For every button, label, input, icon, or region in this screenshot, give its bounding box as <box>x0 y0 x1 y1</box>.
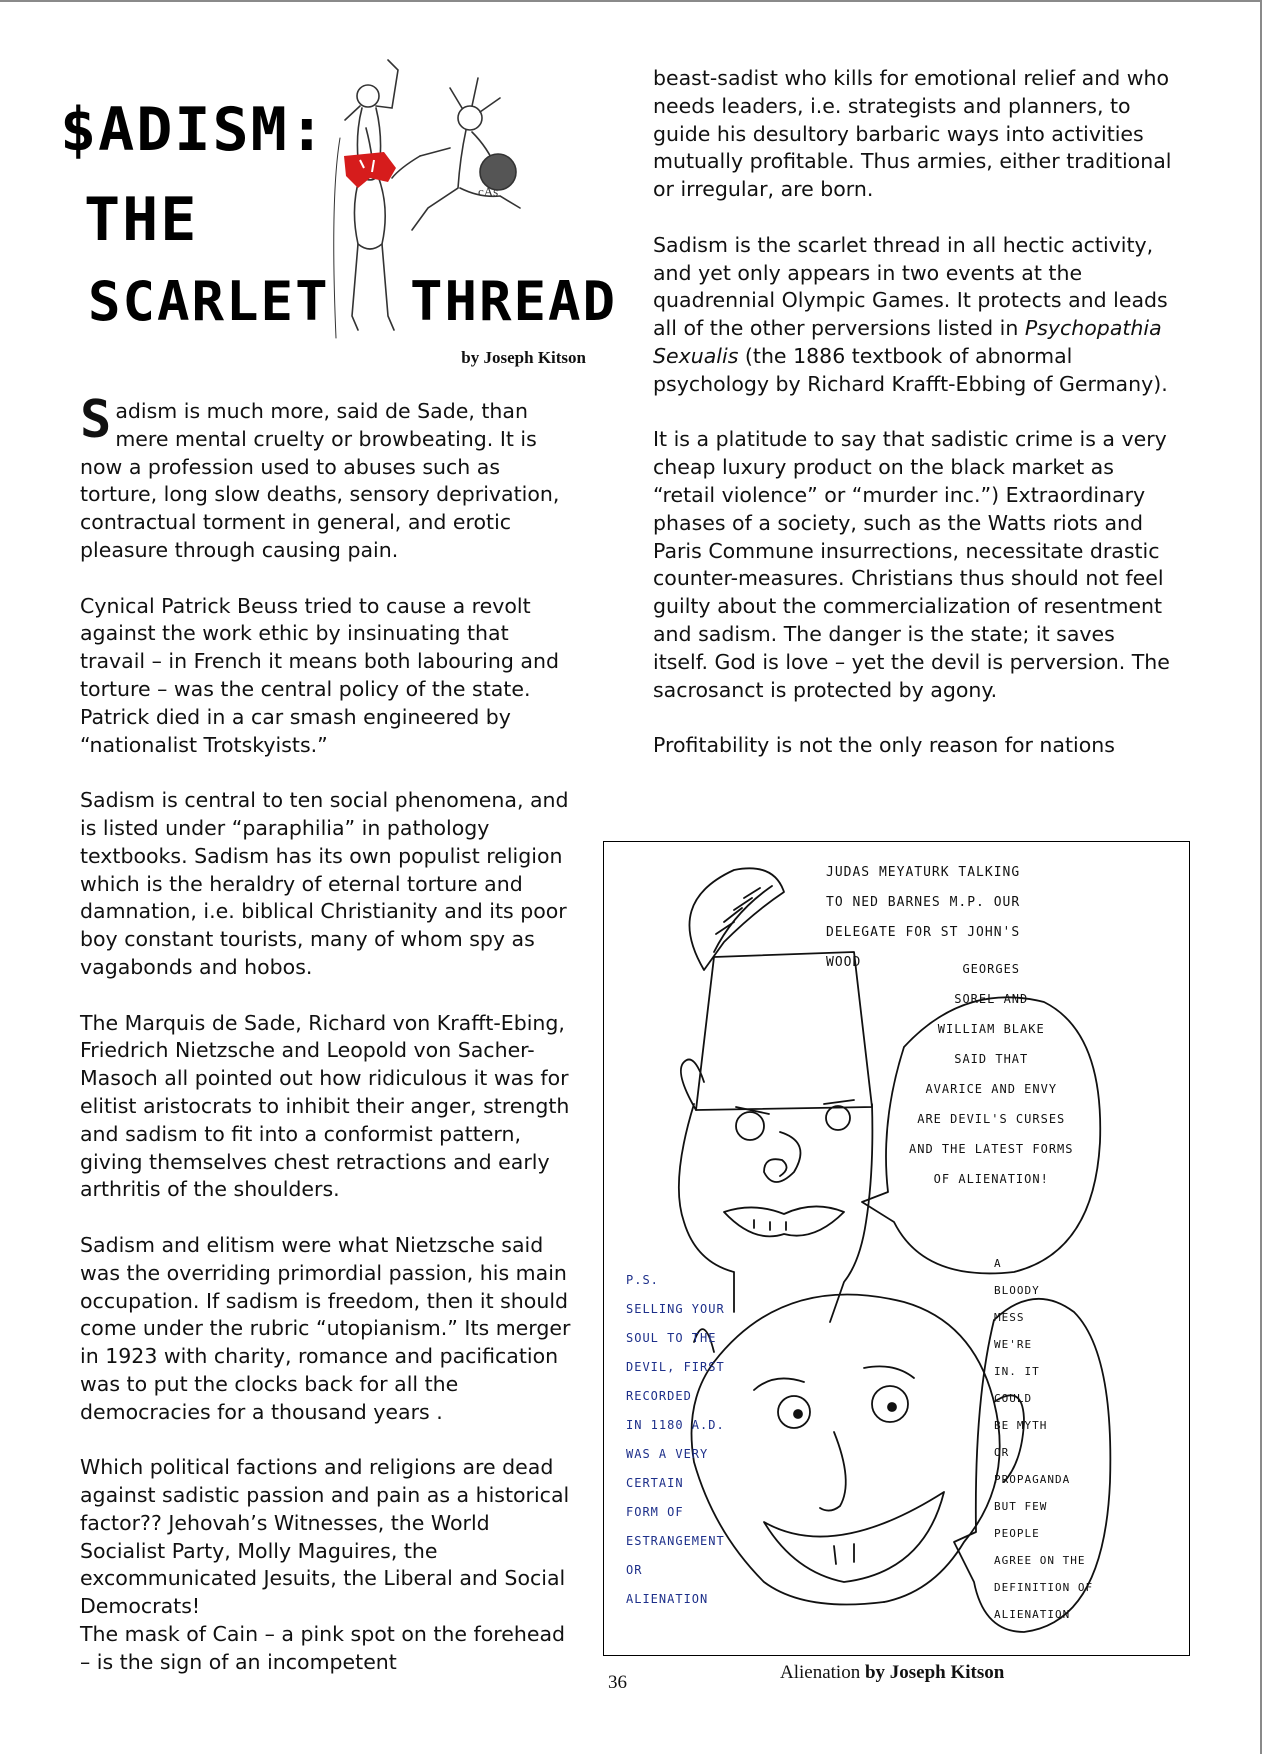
page-number: 36 <box>608 1672 627 1693</box>
paragraph-4: The Marquis de Sade, Richard von Krafft-… <box>80 1010 570 1202</box>
drop-cap: S <box>80 390 112 450</box>
title-line-2: THE <box>84 185 199 255</box>
article-right-column: beast-sadist who kills for emotional rel… <box>653 65 1173 788</box>
paragraph-7: The mask of Cain – a pink spot on the fo… <box>80 1622 566 1674</box>
paragraph-2: Cynical Patrick Beuss tried to cause a r… <box>80 593 559 757</box>
right-paragraph-3: It is a platitude to say that sadistic c… <box>653 427 1170 702</box>
paragraph-1-text: adism is much more, said de Sade, than m… <box>80 399 560 562</box>
cartoon-illustration: JUDAS MEYATURK TALKING TO NED BARNES M.P… <box>603 841 1190 1656</box>
page-border-top <box>0 0 1262 2</box>
svg-text:cAs: cAs <box>478 184 498 199</box>
cartoon-caption: Alienation by Joseph Kitson <box>780 1662 1004 1684</box>
paragraph-1: Sadism is much more, said de Sade, than … <box>80 390 580 565</box>
right-paragraph-1: beast-sadist who kills for emotional rel… <box>653 66 1172 202</box>
byline: by Joseph Kitson <box>461 348 586 367</box>
caption-title: Alienation <box>780 1662 861 1683</box>
speech-bubble-1: GEORGES SOREL AND WILLIAM BLAKE SAID THA… <box>909 962 1074 1186</box>
speech-bubble-2: A BLOODY MESS WE'RE IN. IT COULD BE MYTH… <box>994 1257 1094 1621</box>
right-paragraph-4: Profitability is not the only reason for… <box>653 733 1115 758</box>
right-paragraph-2: Sadism is the scarlet thread in all hect… <box>653 232 1173 399</box>
title-line-3-scarlet: SCARLET <box>88 270 330 333</box>
caption-author: by Joseph Kitson <box>860 1662 1005 1683</box>
cartoon-ps-note: P.S. SELLING YOUR SOUL TO THE DEVIL, FIR… <box>626 1273 725 1606</box>
header-illustration: cAs <box>333 59 521 339</box>
paragraph-6: Which political factions and religions a… <box>80 1455 570 1619</box>
paragraph-5: Sadism and elitism were what Nietzsche s… <box>80 1232 571 1424</box>
paragraph-3: Sadism is central to ten social phenomen… <box>80 788 569 979</box>
title-line-1: $ADISM: <box>60 95 327 165</box>
article-left-column: Sadism is much more, said de Sade, than … <box>80 390 580 1677</box>
